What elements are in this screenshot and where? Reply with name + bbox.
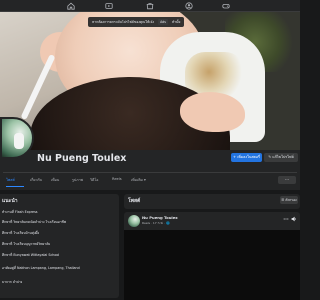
profile-name: Nu Pueng Toulex — [37, 153, 127, 164]
intro-education-3: ศึกษาที่ โรงเรียนบุญวาทย์วิทยาลัย — [2, 242, 51, 246]
tab-about[interactable]: เกี่ยวกับ — [30, 177, 42, 183]
post-options-icon[interactable] — [283, 216, 289, 222]
posts-title: โพสต์ — [128, 198, 141, 204]
intro-title: แนะนำ — [2, 198, 18, 204]
tab-friends[interactable]: เพื่อน — [51, 177, 59, 183]
avatar-figure — [14, 133, 24, 149]
gaming-icon[interactable] — [222, 2, 230, 10]
marketplace-icon[interactable] — [146, 2, 154, 10]
cover-toast-button[interactable]: Ads — [158, 19, 168, 25]
edit-profile-button[interactable]: ✎ แก้ไขโปรไฟล์ — [264, 153, 298, 162]
cover-photo[interactable] — [0, 12, 300, 150]
post-meta: Reels · 17 ก.พ. · 🌐 — [142, 221, 170, 225]
tab-videos[interactable]: วิดีโอ — [90, 177, 98, 183]
cover-toast-text: หากต้องการยกระดับโปรไฟล์ของคุณให้เจ๋ง — [92, 20, 154, 24]
post-video[interactable] — [124, 230, 300, 300]
tab-more[interactable]: เพิ่มเติม ▾ — [131, 177, 146, 183]
intro-from: มาจาก ลำปาง — [2, 280, 23, 284]
groups-icon[interactable] — [185, 2, 193, 10]
intro-lives-in: อาศัยอยู่ที่ Nakhon Lampang, Lampang, Th… — [2, 266, 80, 270]
post-avatar[interactable] — [128, 215, 140, 227]
cover-hand — [180, 92, 245, 132]
add-to-story-button[interactable]: + เพิ่มลงในสตอรี่ — [231, 153, 262, 162]
more-options-button[interactable]: ··· — [278, 176, 296, 184]
volume-icon[interactable] — [291, 216, 297, 222]
tab-photos[interactable]: รูปภาพ — [72, 177, 83, 183]
active-tab-indicator — [6, 186, 24, 187]
post-author[interactable]: Nu Pueng Toulex — [142, 215, 178, 220]
tab-posts[interactable]: โพสต์ — [6, 177, 15, 183]
intro-work: ทำงานที่ Flash Express — [2, 210, 38, 214]
posts-card — [124, 194, 300, 209]
tab-reels[interactable]: Reels — [112, 177, 122, 181]
intro-education-4: ศึกษาที่ Bunyawat Wittayalai School — [2, 253, 60, 257]
cover-toast: หากต้องการยกระดับโปรไฟล์ของคุณให้เจ๋ง Ad… — [88, 17, 185, 27]
home-icon[interactable] — [67, 2, 75, 10]
filter-button[interactable]: ☰ ตัวกรอง — [280, 196, 298, 204]
intro-education-2: ศึกษาที่ โรงเรียนบ้านทุ่งผึ้ง — [2, 231, 40, 235]
intro-education-1: ศึกษาที่ วิทยาลัยเทคนิคลำปาง โรงเรียนอาช… — [2, 220, 67, 224]
video-icon[interactable] — [105, 2, 113, 10]
cover-toast-link[interactable]: ทำมั้ย — [172, 20, 180, 24]
profile-tabs: โพสต์ เกี่ยวกับ เพื่อน รูปภาพ วิดีโอ Ree… — [0, 173, 300, 189]
top-navigation — [0, 0, 300, 12]
